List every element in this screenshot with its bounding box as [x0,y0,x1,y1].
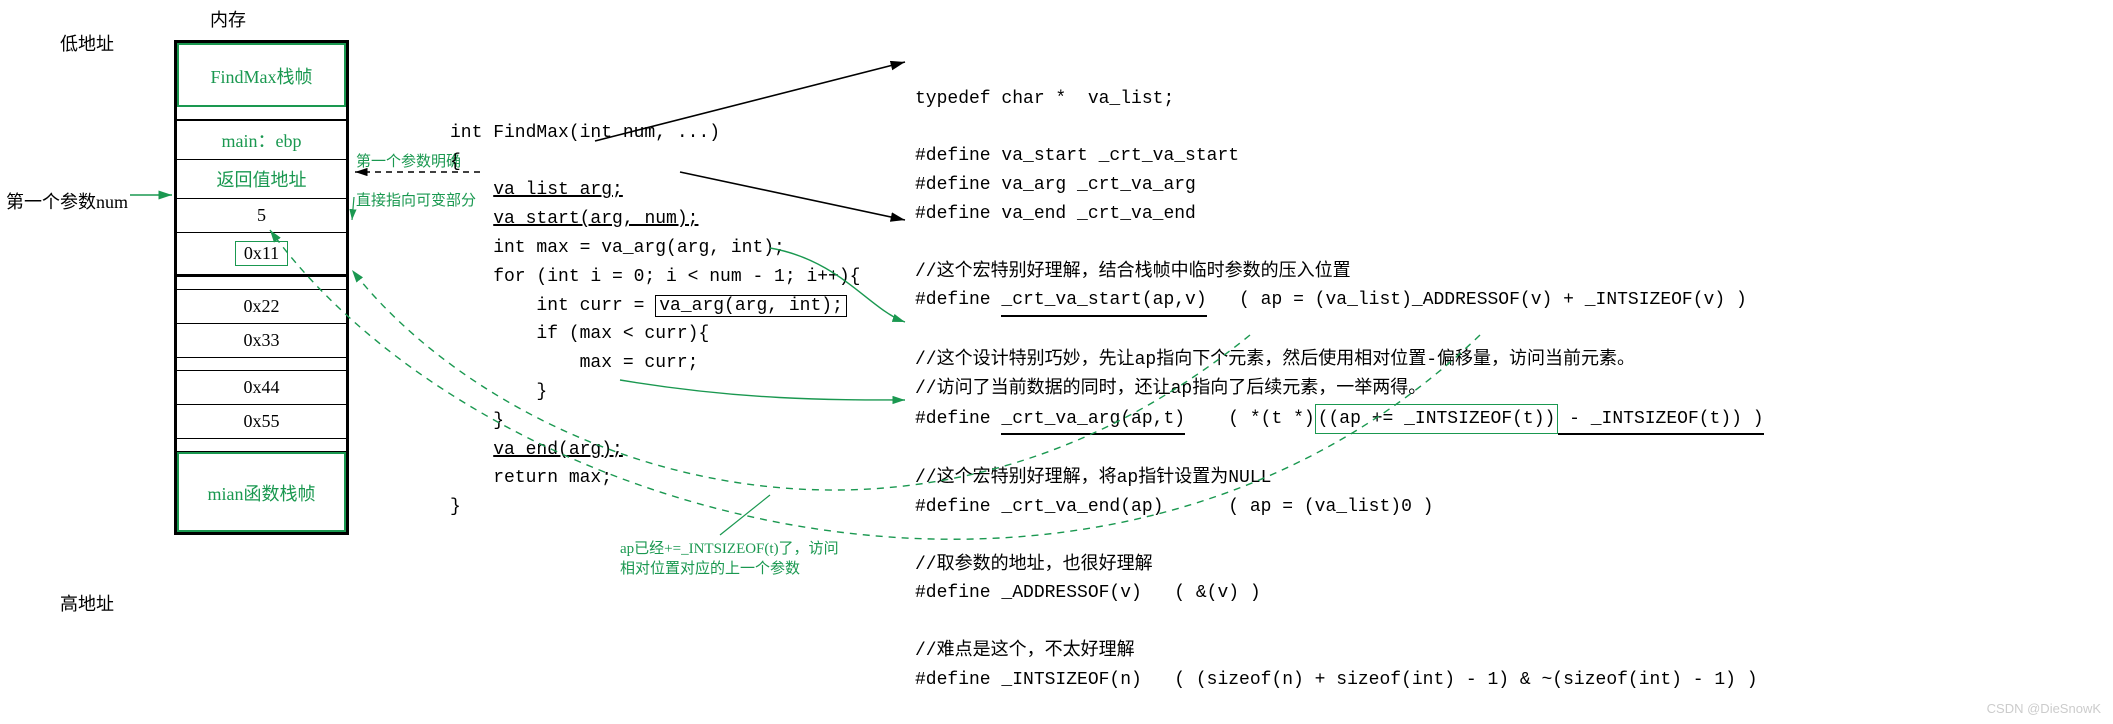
d2e: - _INTSIZEOF(t)) ) [1558,405,1763,436]
code-l1: int FindMax(int num, ...) [450,123,720,143]
d2b: _crt_va_arg(ap,t) [1001,405,1185,436]
code-l11: } [450,411,504,431]
stack-mainframe: mian函数栈帧 [177,452,346,532]
stack-retaddr: 返回值地址 [177,160,346,199]
d3: #define _crt_va_end(ap) ( ap = (va_list)… [915,497,1433,517]
note-ap-1: ap已经+=_INTSIZEOF(t)了，访问 [620,540,839,560]
d1b: _crt_va_start(ap,v) [1001,286,1206,317]
stack-five: 5 [177,199,346,233]
code-l6: for (int i = 0; i < num - 1; i++){ [450,267,860,287]
d1c: ( ap = (va_list)_ADDRESSOF(v) + _INTSIZE… [1207,290,1747,310]
r3: #define va_arg _crt_va_arg [915,175,1196,195]
stack-ox11-row: 0x11 [177,233,346,277]
defs-block: typedef char * va_list; #define va_start… [915,56,1764,695]
code-l5: int max = va_arg(arg, int); [450,238,785,258]
stack-ox33: 0x33 [177,324,346,358]
d2d: ((ap += _INTSIZEOF(t)) [1315,404,1559,435]
label-lowaddr: 低地址 [60,30,114,56]
note-firstparam-clear: 第一个参数明确 [356,150,461,171]
code-l4: va_start(arg, num); [493,209,698,229]
code-l7b: va_arg(arg, int); [655,295,847,317]
code-l7a: int curr = [450,296,655,316]
code-l8: if (max < curr){ [450,324,709,344]
code-l14: } [450,497,461,517]
c1: //这个宏特别好理解，结合栈帧中临时参数的压入位置 [915,262,1351,282]
code-l12: va_end(arg); [493,440,623,460]
r2: #define va_start _crt_va_start [915,146,1239,166]
code-block: int FindMax(int num, ...) { va_list arg;… [450,90,860,522]
d1a: #define [915,290,1001,310]
d5: #define _INTSIZEOF(n) ( (sizeof(n) + siz… [915,670,1758,690]
stack-ox55: 0x55 [177,405,346,439]
d2a: #define [915,409,1001,429]
d2c: ( *(t *) [1185,409,1315,429]
c4: //这个宏特别好理解，将ap指针设置为NULL [915,468,1271,488]
c6: //难点是这个，不太好理解 [915,641,1135,661]
stack-ox44: 0x44 [177,371,346,405]
code-l10: } [450,382,547,402]
label-highaddr: 高地址 [60,590,114,616]
c5: //取参数的地址，也很好理解 [915,555,1153,575]
stack-mainebp: main：ebp [177,120,346,160]
code-l2: { [450,152,461,172]
r1: typedef char * va_list; [915,89,1174,109]
label-firstparam: 第一个参数num [6,188,128,214]
r4: #define va_end _crt_va_end [915,204,1196,224]
c3: //访问了当前数据的同时，还让ap指向了后续元素，一举两得。 [915,379,1426,399]
stack-ox11: 0x11 [235,241,288,266]
label-memory: 内存 [210,6,246,32]
code-l3: va_list arg; [493,180,623,200]
code-l13: return max; [450,468,612,488]
stack-frame: FindMax栈帧 main：ebp 返回值地址 5 0x11 0x22 0x3… [174,40,349,535]
code-l9: max = curr; [450,353,698,373]
c2: //这个设计特别巧妙，先让ap指向下个元素，然后使用相对位置-偏移量，访问当前元… [915,350,1635,370]
stack-ox22: 0x22 [177,290,346,324]
note-ap: ap已经+=_INTSIZEOF(t)了，访问 相对位置对应的上一个参数 [620,540,839,579]
d4: #define _ADDRESSOF(v) ( &(v) ) [915,583,1261,603]
note-ap-2: 相对位置对应的上一个参数 [620,560,839,580]
watermark: CSDN @DieSnowK [1987,701,2101,716]
stack-findmax: FindMax栈帧 [177,43,346,107]
